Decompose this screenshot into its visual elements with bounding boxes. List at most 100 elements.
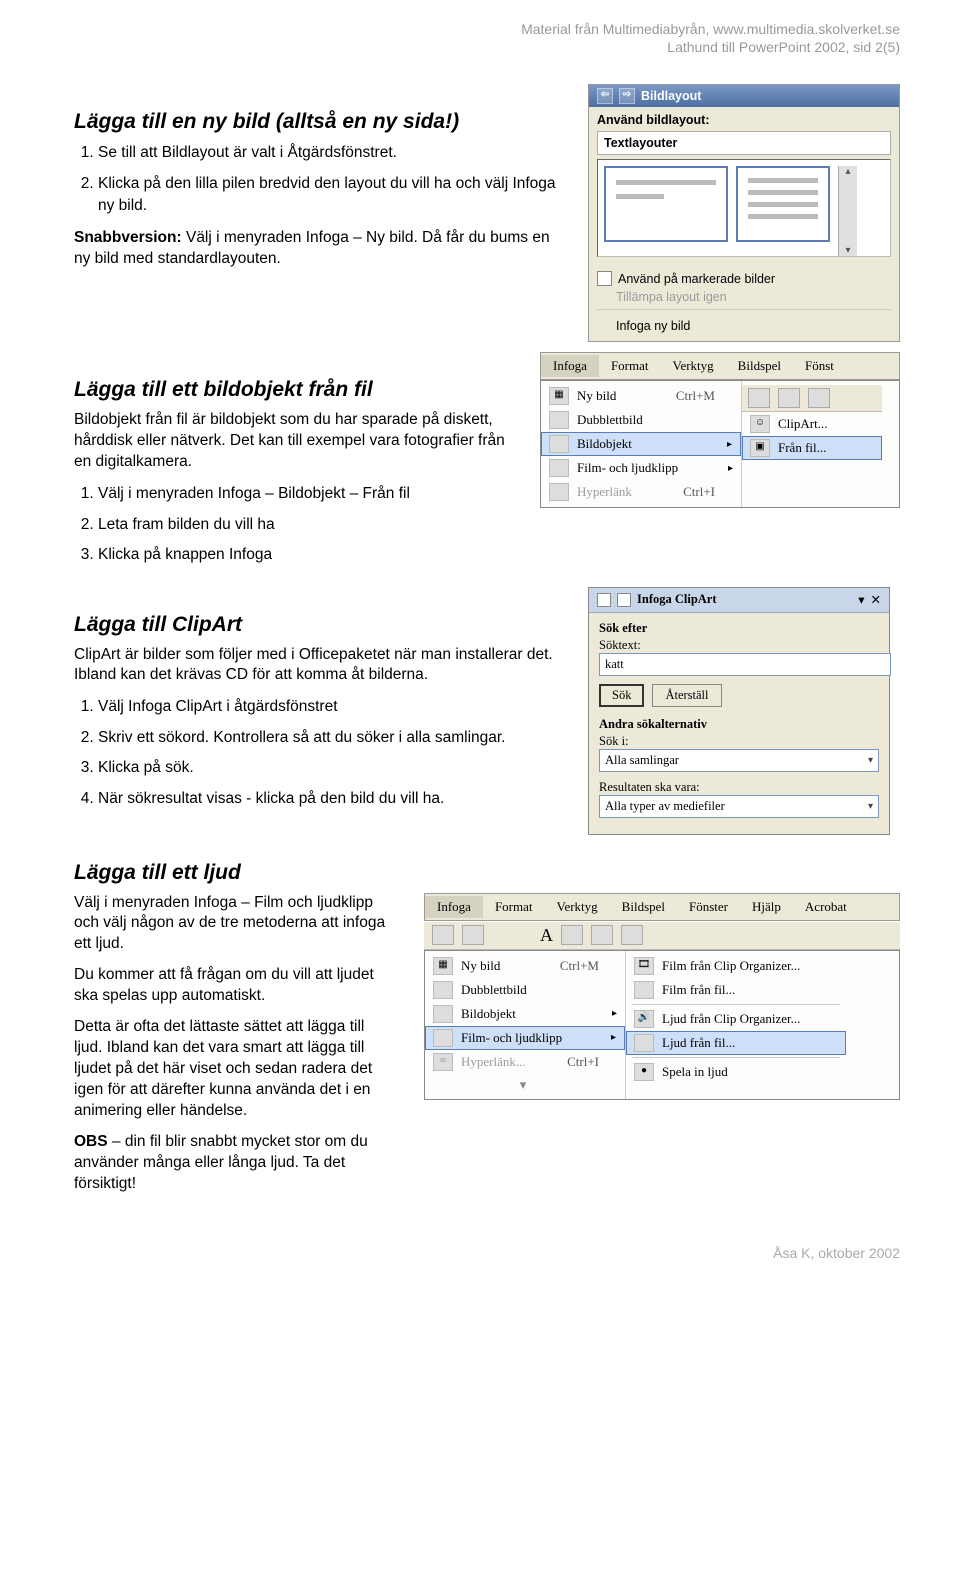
s1-steps: Se till att Bildlayout är valt i Åtgärds… (98, 142, 558, 217)
layout-section: Textlayouter (597, 131, 891, 155)
s2-intro: Bildobjekt från fil är bildobjekt som du… (74, 410, 510, 473)
film-icon: 🎞 (634, 957, 654, 975)
menu-verktyg[interactable]: Verktyg (661, 355, 726, 377)
obs-label: OBS (74, 1133, 108, 1150)
menu-dropdown-2: ▦Ny bildCtrl+M Dubblettbild Bildobjekt▸ … (424, 950, 900, 1100)
toolbar-icon[interactable] (748, 388, 770, 408)
menuitem-nybild[interactable]: ▦Ny bildCtrl+M (425, 954, 625, 978)
forward-icon[interactable]: ⇨ (619, 88, 635, 104)
submenu-arrow-icon: ▸ (612, 1008, 617, 1019)
menuitem-filmljud[interactable]: Film- och ljudklipp▸ (425, 1026, 625, 1050)
s4-obs: OBS – din fil blir snabbt mycket stor om… (74, 1132, 394, 1195)
header-line1: Material från Multimediabyrån, www.multi… (74, 20, 900, 38)
sound-file-icon (634, 1034, 654, 1052)
link-icon: ∞ (433, 1053, 453, 1071)
header-line2: Lathund till PowerPoint 2002, sid 2(5) (74, 38, 900, 56)
toolbar-icon[interactable] (561, 925, 583, 945)
back-icon[interactable] (597, 593, 611, 607)
menuitem-hyperlank: ∞Hyperlänk...Ctrl+I (425, 1050, 625, 1074)
reset-button[interactable]: Återställ (652, 684, 721, 707)
mediatypes-select[interactable]: Alla typer av mediefiler▾ (599, 795, 879, 818)
menu-bildspel[interactable]: Bildspel (726, 355, 793, 377)
submenu-clipart[interactable]: ☺ClipArt... (742, 412, 882, 436)
menu-acrobat[interactable]: Acrobat (793, 896, 859, 918)
toolbar-row: A (424, 921, 900, 950)
menu-infoga[interactable]: Infoga (541, 355, 599, 377)
menuitem-filmljud[interactable]: Film- och ljudklipp▸ (541, 456, 741, 480)
andra-label: Andra sökalternativ (599, 717, 879, 732)
menuitem-dubblett[interactable]: Dubblettbild (541, 408, 741, 432)
bildlayout-pane: ⇦ ⇨ Bildlayout Använd bildlayout: Textla… (588, 84, 900, 342)
submenu-film-clip[interactable]: 🎞Film från Clip Organizer... (626, 954, 846, 978)
menu-expand[interactable]: ▾ (425, 1074, 625, 1096)
soki-label: Sök i: (599, 734, 879, 749)
apply-again: Tillämpa layout igen (597, 288, 891, 306)
submenu-ljud-fil[interactable]: Ljud från fil... (626, 1031, 846, 1055)
new-slide-icon: ▦ (433, 957, 453, 975)
page-header: Material från Multimediabyrån, www.multi… (74, 20, 900, 56)
scroll-hint[interactable]: ▴▾ (838, 166, 857, 256)
file-icon: ▣ (750, 439, 770, 457)
list-item: Klicka på sök. (98, 757, 558, 779)
list-item: Klicka på den lilla pilen bredvid den la… (98, 173, 558, 218)
forward-icon[interactable] (617, 593, 631, 607)
menu-fonster[interactable]: Fönst (793, 355, 846, 377)
s2-steps: Välj i menyraden Infoga – Bildobjekt – F… (98, 483, 510, 566)
search-button[interactable]: Sök (599, 684, 644, 707)
dropdown-icon[interactable]: ▾ (858, 592, 864, 608)
list-item: Leta fram bilden du vill ha (98, 514, 510, 536)
clipart-titlebar: Infoga ClipArt ▾ ✕ (589, 588, 889, 613)
clipart-icon: ☺ (750, 415, 770, 433)
apply-selected[interactable]: Använd på markerade bilder (597, 269, 891, 288)
menu-format[interactable]: Format (483, 896, 545, 918)
insert-new-slide[interactable]: Infoga ny bild (597, 317, 891, 335)
check-icon (597, 271, 612, 286)
chevron-down-icon: ▾ (868, 755, 873, 766)
toolbar-icon[interactable] (808, 388, 830, 408)
use-layout-label: Använd bildlayout: (597, 113, 891, 127)
menu-verktyg[interactable]: Verktyg (545, 896, 610, 918)
menu-hjalp[interactable]: Hjälp (740, 896, 793, 918)
s1-title: Lägga till en ny bild (alltså en ny sida… (74, 110, 558, 134)
menu-bildspel[interactable]: Bildspel (610, 896, 677, 918)
submenu-arrow-icon: ▸ (727, 439, 732, 450)
font-preview: A (540, 925, 553, 946)
media-icon (433, 1029, 453, 1047)
menu-fonster[interactable]: Fönster (677, 896, 740, 918)
s3-steps: Välj Infoga ClipArt i åtgärdsfönstret Sk… (98, 696, 558, 810)
submenu-franfil[interactable]: ▣Från fil... (742, 436, 882, 460)
context-menu: Använd på markerade bilder Tillämpa layo… (589, 263, 899, 341)
s4-p2: Du kommer att få frågan om du vill att l… (74, 965, 394, 1007)
menuitem-bildobjekt[interactable]: Bildobjekt▸ (425, 1002, 625, 1026)
menuitem-hyperlank: HyperlänkCtrl+I (541, 480, 741, 504)
s4-p3: Detta är ofta det lättaste sättet att lä… (74, 1017, 394, 1122)
layout-thumb-selected[interactable] (604, 166, 728, 242)
search-input[interactable] (599, 653, 891, 676)
s4-p1: Välj i menyraden Infoga – Film och ljudk… (74, 893, 394, 956)
film-file-icon (634, 981, 654, 999)
collections-select[interactable]: Alla samlingar▾ (599, 749, 879, 772)
chevron-down-icon: ▾ (868, 801, 873, 812)
sok-efter-label: Sök efter (599, 621, 879, 636)
toolbar-icon[interactable] (432, 925, 454, 945)
menuitem-nybild[interactable]: ▦Ny bildCtrl+M (541, 384, 741, 408)
duplicate-icon (549, 411, 569, 429)
toolbar-icon[interactable] (621, 925, 643, 945)
menu-format[interactable]: Format (599, 355, 661, 377)
submenu-film-fil[interactable]: Film från fil... (626, 978, 846, 1002)
clipart-pane: Infoga ClipArt ▾ ✕ Sök efter Söktext: Sö… (588, 587, 890, 835)
menuitem-dubblett[interactable]: Dubblettbild (425, 978, 625, 1002)
menu-infoga[interactable]: Infoga (425, 896, 483, 918)
submenu-spela-in[interactable]: ●Spela in ljud (626, 1060, 846, 1084)
menuitem-bildobjekt[interactable]: Bildobjekt▸ (541, 432, 741, 456)
s3-title: Lägga till ClipArt (74, 613, 558, 637)
close-icon[interactable]: ✕ (871, 592, 881, 608)
layout-thumb[interactable] (736, 166, 830, 242)
obs-text: – din fil blir snabbt mycket stor om du … (74, 1133, 368, 1192)
toolbar-icon[interactable] (462, 925, 484, 945)
back-icon[interactable]: ⇦ (597, 88, 613, 104)
list-item: När sökresultat visas - klicka på den bi… (98, 788, 558, 810)
toolbar-icon[interactable] (778, 388, 800, 408)
submenu-ljud-clip[interactable]: 🔊Ljud från Clip Organizer... (626, 1007, 846, 1031)
toolbar-icon[interactable] (591, 925, 613, 945)
